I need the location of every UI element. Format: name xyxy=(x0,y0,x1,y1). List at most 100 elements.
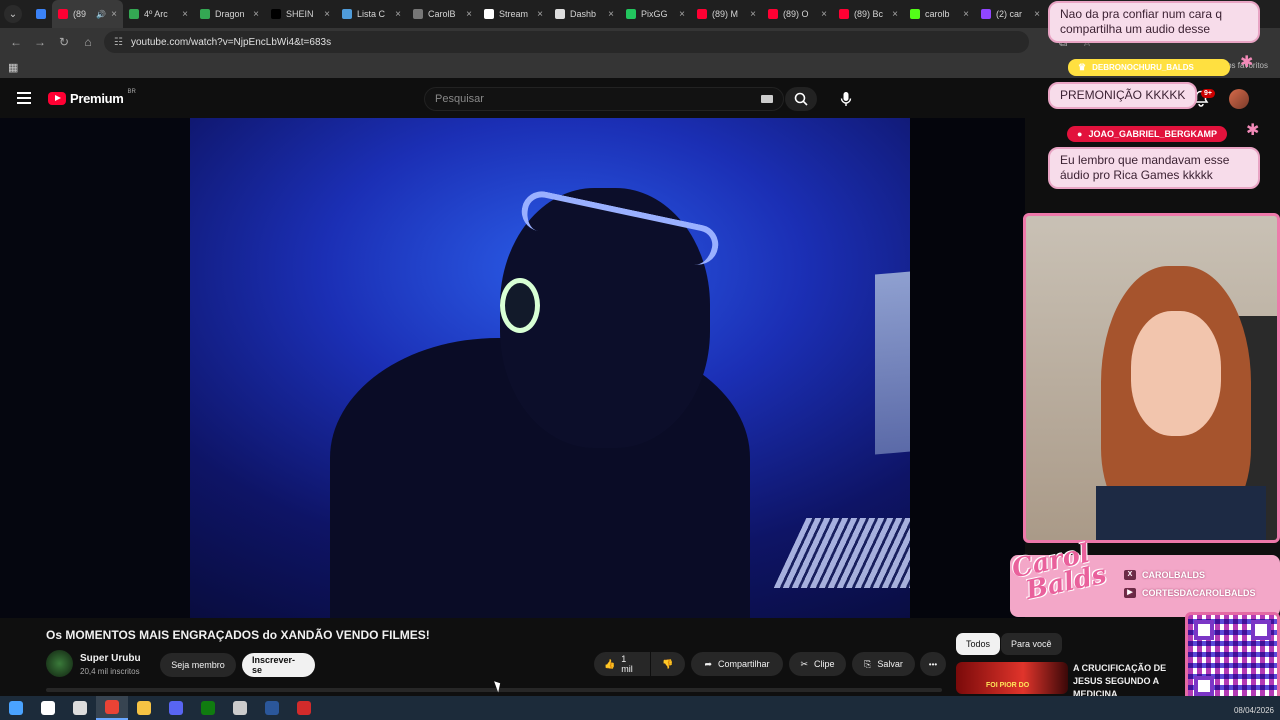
social-youtube: ▶ CORTESDACAROLBALDS xyxy=(1124,588,1256,598)
browser-tab[interactable]: Lista C × xyxy=(336,0,407,28)
tab-close-icon[interactable]: × xyxy=(537,9,543,20)
task-view-icon xyxy=(73,701,87,715)
tab-favicon-icon xyxy=(36,9,46,19)
dislike-button[interactable]: 👎 xyxy=(651,652,685,676)
like-button[interactable]: 👍 1 mil xyxy=(594,652,650,676)
webcam-top xyxy=(1096,486,1266,540)
taskbar-item[interactable] xyxy=(288,696,320,720)
tab-close-icon[interactable]: × xyxy=(679,9,685,20)
taskbar-date[interactable]: 08/04/2026 xyxy=(1234,706,1274,715)
browser-tab[interactable]: 4º Arc × xyxy=(123,0,194,28)
tab-title: SHEIN xyxy=(286,9,314,19)
voice-search-button[interactable] xyxy=(832,87,860,111)
account-avatar[interactable] xyxy=(1229,89,1249,109)
more-actions-button[interactable]: ••• xyxy=(920,652,946,676)
youtube-logo[interactable]: Premium BR xyxy=(48,89,136,106)
chrome-icon xyxy=(105,700,119,714)
recommended-thumbnail[interactable] xyxy=(956,662,1068,694)
url-field[interactable]: ☷ youtube.com/watch?v=NjpEncLbWi4&t=683s xyxy=(104,31,1029,53)
tab-title: (89) O xyxy=(783,9,809,19)
video-player[interactable] xyxy=(0,118,1025,618)
taskbar-item[interactable] xyxy=(256,696,288,720)
chat-username-text: JOAO_GABRIEL_BERGKAMP xyxy=(1088,129,1217,139)
tab-close-icon[interactable]: × xyxy=(395,9,401,20)
windows-taskbar: 08/04/2026 xyxy=(0,696,1280,720)
save-label: Salvar xyxy=(877,659,903,669)
chip-for-you[interactable]: Para você xyxy=(1001,633,1062,655)
tab-favicon-icon xyxy=(910,9,920,19)
video-title: Os MOMENTOS MAIS ENGRAÇADOS do XANDÃO VE… xyxy=(46,628,430,642)
back-icon[interactable]: ← xyxy=(4,35,28,49)
taskbar-item[interactable] xyxy=(192,696,224,720)
browser-tab[interactable]: (89 🔊 × xyxy=(52,0,123,28)
taskbar-item[interactable] xyxy=(224,696,256,720)
tab-close-icon[interactable]: × xyxy=(111,9,117,20)
browser-tab[interactable]: Dragon × xyxy=(194,0,265,28)
taskbar-item[interactable] xyxy=(160,696,192,720)
tab-strip: (89 🔊 × 4º Arc × Dragon × SHEIN × Lista C × CarolB ×… xyxy=(30,0,1046,28)
qr-corner xyxy=(1251,620,1271,640)
subscribe-button[interactable]: Inscrever-se xyxy=(242,653,315,677)
tab-title: (89) M xyxy=(712,9,739,19)
save-button[interactable]: ⎘ Salvar xyxy=(852,652,915,676)
url-text: youtube.com/watch?v=NjpEncLbWi4&t=683s xyxy=(130,36,332,48)
tab-title: carolb xyxy=(925,9,950,19)
browser-tab[interactable]: Dashb × xyxy=(549,0,620,28)
social-handle: CAROLBALDS xyxy=(1142,570,1205,580)
channel-name[interactable]: Super Urubu xyxy=(80,653,141,664)
menu-icon[interactable] xyxy=(17,92,31,107)
chat-username-3: ● JOAO_GABRIEL_BERGKAMP xyxy=(1067,126,1227,142)
apps-grid-icon[interactable]: ▦ xyxy=(8,61,18,74)
browser-tab[interactable]: (89) O × xyxy=(762,0,833,28)
tab-search-menu-icon[interactable]: ⌄ xyxy=(4,5,22,23)
browser-tab[interactable]: carolb × xyxy=(904,0,975,28)
channel-avatar[interactable] xyxy=(46,650,73,677)
browser-tab[interactable]: CarolB × xyxy=(407,0,478,28)
tab-close-icon[interactable]: × xyxy=(892,9,898,20)
tab-close-icon[interactable]: × xyxy=(963,9,969,20)
tab-close-icon[interactable]: × xyxy=(821,9,827,20)
tab-close-icon[interactable]: × xyxy=(466,9,472,20)
taskbar-item[interactable] xyxy=(64,696,96,720)
browser-tab[interactable]: (89) M × xyxy=(691,0,762,28)
channel-subscribers: 20,4 mil inscritos xyxy=(80,667,140,676)
keyboard-icon[interactable] xyxy=(761,95,773,103)
chat-message-1: Nao da pra confiar num cara q compartilh… xyxy=(1048,1,1260,43)
tab-close-icon[interactable]: × xyxy=(750,9,756,20)
tab-close-icon[interactable]: × xyxy=(182,9,188,20)
qr-corner xyxy=(1194,676,1214,696)
browser-tab[interactable]: (2) car × xyxy=(975,0,1046,28)
taskbar-item[interactable] xyxy=(96,696,128,720)
taskbar-apps xyxy=(0,696,320,720)
tab-audio-icon[interactable]: 🔊 xyxy=(96,10,106,19)
discord-icon xyxy=(169,701,183,715)
clip-button[interactable]: ✂ Clipe xyxy=(789,652,846,676)
chip-all[interactable]: Todos xyxy=(956,633,1001,655)
taskbar-item[interactable] xyxy=(32,696,64,720)
tab-close-icon[interactable]: × xyxy=(324,9,330,20)
sparkle-icon: ✱ xyxy=(1246,122,1260,139)
search-button[interactable] xyxy=(785,87,817,111)
browser-tab[interactable]: SHEIN × xyxy=(265,0,336,28)
site-info-icon[interactable]: ☷ xyxy=(114,37,123,48)
taskbar-item[interactable] xyxy=(0,696,32,720)
home-icon[interactable]: ⌂ xyxy=(76,35,100,49)
share-button[interactable]: ➦ Compartilhar xyxy=(691,652,783,676)
forward-icon[interactable]: → xyxy=(28,35,52,49)
tab-favicon-icon xyxy=(981,9,991,19)
tab-favicon-icon xyxy=(413,9,423,19)
social-x: X CAROLBALDS xyxy=(1124,570,1205,580)
browser-tab[interactable]: PixGG × xyxy=(620,0,691,28)
thumbnail-caption: FOI PIOR DO xyxy=(986,682,1030,689)
tab-close-icon[interactable]: × xyxy=(608,9,614,20)
qr-corner xyxy=(1194,620,1214,640)
browser-tab[interactable]: Stream × xyxy=(478,0,549,28)
browser-tab[interactable] xyxy=(30,0,52,28)
search-input[interactable] xyxy=(435,93,735,105)
tab-close-icon[interactable]: × xyxy=(1034,9,1040,20)
browser-tab[interactable]: (89) Bc × xyxy=(833,0,904,28)
reload-icon[interactable]: ↻ xyxy=(52,35,76,49)
taskbar-item[interactable] xyxy=(128,696,160,720)
join-button[interactable]: Seja membro xyxy=(160,653,236,677)
tab-close-icon[interactable]: × xyxy=(253,9,259,20)
